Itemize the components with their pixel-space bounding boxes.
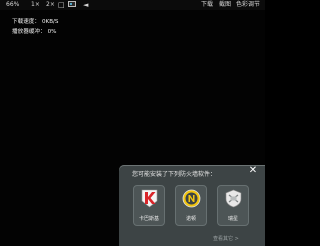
screen-mode-icon[interactable] [68, 1, 76, 7]
download-speed-value: 0KB/S [41, 19, 59, 25]
download-button[interactable]: 下载 [201, 0, 213, 10]
zoom-1x-button[interactable]: 1× [31, 0, 40, 10]
app-label-rising: 瑞星 [227, 216, 238, 222]
prev-icon[interactable]: ◄ [83, 0, 88, 10]
close-icon[interactable]: ✕ [248, 166, 258, 176]
app-label-norton: 诺顿 [185, 216, 196, 222]
app-label-kaspersky: 卡巴斯基 [138, 216, 159, 222]
player-toolbar: 66% 1× 2× □ ◄ 下载 截图 色彩调节 [0, 0, 265, 10]
app-tile-rising[interactable]: 瑞星 [217, 185, 249, 226]
fullscreen-icon[interactable]: □ [58, 0, 65, 10]
color-adjust-button[interactable]: 色彩调节 [236, 0, 260, 10]
app-tile-norton[interactable]: 诺顿 [175, 185, 207, 226]
buffer-label: 播放器缓冲： [12, 29, 46, 35]
kaspersky-icon [141, 189, 158, 208]
zoom-level[interactable]: 66% [6, 0, 19, 10]
download-speed-row: 下载速度： 0KB/S [12, 18, 58, 26]
video-player: 66% 1× 2× □ ◄ 下载 截图 色彩调节 下载速度： 0KB/S 播放器缓… [0, 0, 265, 246]
norton-icon [182, 189, 201, 208]
more-link[interactable]: 查看其它 > [213, 236, 239, 243]
buffer-row: 播放器缓冲： 0% [12, 28, 56, 36]
screenshot-button[interactable]: 截图 [219, 0, 231, 10]
rising-icon [225, 189, 242, 208]
buffer-value: 0% [47, 29, 57, 35]
download-speed-label: 下载速度： [12, 19, 40, 25]
app-tile-kaspersky[interactable]: 卡巴斯基 [133, 185, 165, 226]
firewall-popup: 您可能安装了下列防火墙软件： ✕ 卡巴斯基 诺顿 瑞星 查看其它 > [119, 165, 265, 246]
zoom-2x-button[interactable]: 2× [46, 0, 55, 10]
popup-title: 您可能安装了下列防火墙软件： [132, 171, 217, 178]
